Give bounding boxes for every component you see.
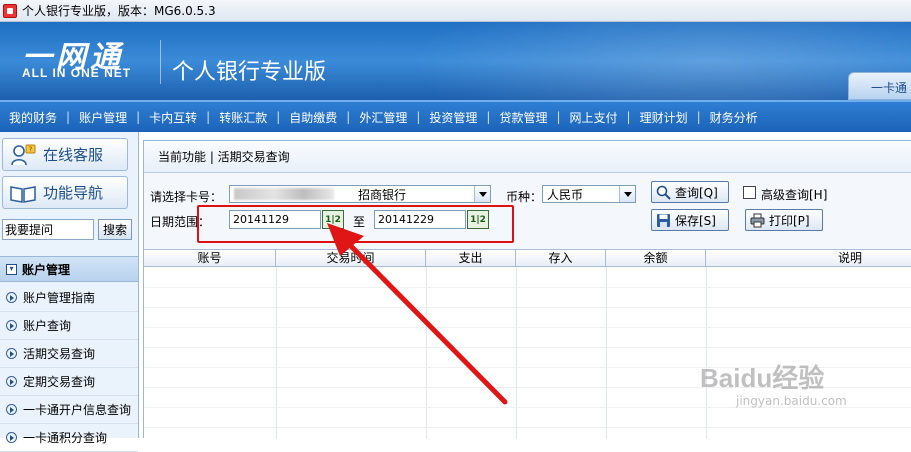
table-header: 账号 交易时间 支出 存入 余额 说明: [144, 249, 911, 267]
grid-line: [144, 347, 911, 348]
nav-item-label: 定期交易查询: [23, 375, 96, 389]
question-search: 搜索: [2, 219, 134, 241]
feature-nav-label: 功能导航: [43, 184, 104, 202]
table-body: [144, 267, 911, 439]
magnifier-icon: [656, 185, 671, 200]
nav-item-label: 一卡通开户信息查询: [23, 403, 132, 417]
column-header-description[interactable]: 说明: [706, 250, 911, 266]
transaction-table: 账号 交易时间 支出 存入 余额 说明: [144, 249, 911, 439]
advanced-query-label: 高级查询[H]: [761, 188, 828, 202]
grid-line: [144, 427, 911, 428]
menu-item-loan[interactable]: 贷款管理: [490, 109, 556, 126]
watermark-url: jingyan.baidu.com: [736, 394, 847, 408]
currency-value: 人民币: [547, 187, 584, 202]
menu-item-self-payment[interactable]: 自助缴费: [280, 109, 346, 126]
column-header-expense[interactable]: 支出: [426, 250, 516, 266]
nav-item-label: 活期交易查询: [23, 347, 96, 361]
card-select[interactable]: 招商银行: [229, 185, 491, 203]
svg-text:?: ?: [29, 145, 33, 153]
column-header-balance[interactable]: 余额: [606, 250, 706, 266]
breadcrumb-text: 当前功能 | 活期交易查询: [158, 150, 290, 164]
banner: 一网通 ALL IN ONE NET 个人银行专业版 一卡通: [0, 22, 911, 100]
column-header-account[interactable]: 账号: [144, 250, 276, 266]
main-menu: 我的财务 | 账户管理 | 卡内互转 | 转账汇款 | 自助缴费 | 外汇管理 | 投资管理…: [0, 100, 911, 132]
chevron-down-icon: [619, 186, 635, 202]
grid-line: [144, 307, 911, 308]
menu-item-investment[interactable]: 投资管理: [420, 109, 486, 126]
print-button[interactable]: 打印[P]: [745, 209, 823, 231]
logo-subtext: ALL IN ONE NET: [22, 66, 132, 80]
printer-icon: [750, 213, 765, 227]
nav-item-label: 账户管理指南: [23, 291, 96, 305]
masked-card-number: [234, 188, 334, 200]
column-header-time[interactable]: 交易时间: [276, 250, 426, 266]
section-title: 账户管理: [22, 262, 71, 277]
card-bank-text: 招商银行: [358, 187, 407, 202]
menu-item-remittance[interactable]: 转账汇款: [210, 109, 276, 126]
grid-line: [706, 267, 707, 439]
tab-card[interactable]: 一卡通: [848, 72, 911, 100]
grid-line: [144, 327, 911, 328]
annotation-highlight-box: [197, 205, 514, 243]
menu-item-online-payment[interactable]: 网上支付: [561, 109, 627, 126]
online-service-label: 在线客服: [43, 146, 104, 164]
window-title: 个人银行专业版，版本：MG6.0.5.3: [22, 4, 216, 18]
currency-select[interactable]: 人民币: [542, 185, 636, 203]
customer-service-icon: ?: [11, 144, 36, 165]
floppy-disk-icon: [657, 213, 670, 227]
menu-item-financial-analysis[interactable]: 财务分析: [701, 109, 767, 126]
grid-line: [516, 267, 517, 439]
print-label: 打印[P]: [769, 213, 810, 228]
query-label: 查询[Q]: [675, 185, 718, 200]
currency-label: 币种：: [506, 190, 543, 204]
nav-item-card-points[interactable]: 一卡通积分查询: [0, 424, 138, 452]
feature-nav-button[interactable]: 功能导航: [2, 176, 128, 209]
advanced-query-checkbox[interactable]: [743, 186, 756, 199]
nav-item-account-guide[interactable]: 账户管理指南: [0, 284, 138, 312]
grid-line: [276, 267, 277, 439]
grid-line: [426, 267, 427, 439]
app-icon: [3, 3, 17, 18]
grid-line: [606, 267, 607, 439]
question-input[interactable]: [2, 219, 94, 240]
arrow-circle-icon: [6, 348, 17, 359]
chevron-down-icon: [474, 186, 490, 202]
logo-divider: [160, 40, 161, 84]
account-management-section[interactable]: ▾ 账户管理: [0, 256, 138, 282]
online-service-button[interactable]: ? 在线客服: [2, 138, 128, 171]
menu-item-wealth-plan[interactable]: 理财计划: [631, 109, 697, 126]
query-button[interactable]: 查询[Q]: [651, 181, 729, 203]
product-title: 个人银行专业版: [172, 60, 327, 85]
save-button[interactable]: 保存[S]: [651, 209, 729, 231]
arrow-circle-icon: [6, 292, 17, 303]
menu-item-my-finance[interactable]: 我的财务: [0, 109, 66, 126]
column-header-deposit[interactable]: 存入: [516, 250, 606, 266]
nav-item-fixed-transaction-query[interactable]: 定期交易查询: [0, 368, 138, 396]
book-icon: [10, 185, 36, 203]
card-label: 请选择卡号：: [150, 190, 223, 204]
arrow-circle-icon: [6, 376, 17, 387]
arrow-circle-icon: [6, 404, 17, 415]
sidebar: ? 在线客服 功能导航 搜索 ▾ 账户管理 账户管理指南 账户查询 活期交易查询…: [0, 132, 139, 452]
grid-line: [144, 287, 911, 288]
nav-item-current-transaction-query[interactable]: 活期交易查询: [0, 340, 138, 368]
nav-item-account-query[interactable]: 账户查询: [0, 312, 138, 340]
menu-item-card-transfer[interactable]: 卡内互转: [140, 109, 206, 126]
nav-item-label: 账户查询: [23, 319, 72, 333]
nav-item-card-open-info[interactable]: 一卡通开户信息查询: [0, 396, 138, 424]
watermark-logo: Baidu经验: [700, 363, 825, 393]
collapse-icon: ▾: [6, 263, 17, 275]
search-button[interactable]: 搜索: [98, 219, 132, 240]
arrow-circle-icon: [6, 320, 17, 331]
breadcrumb: 当前功能 | 活期交易查询: [144, 141, 911, 173]
menu-item-account-management[interactable]: 账户管理: [70, 109, 136, 126]
menu-item-forex[interactable]: 外汇管理: [350, 109, 416, 126]
nav-list: 账户管理指南 账户查询 活期交易查询 定期交易查询 一卡通开户信息查询 一卡通积…: [0, 284, 138, 452]
save-label: 保存[S]: [675, 213, 716, 228]
window-title-bar: 个人银行专业版，版本：MG6.0.5.3: [0, 0, 911, 22]
